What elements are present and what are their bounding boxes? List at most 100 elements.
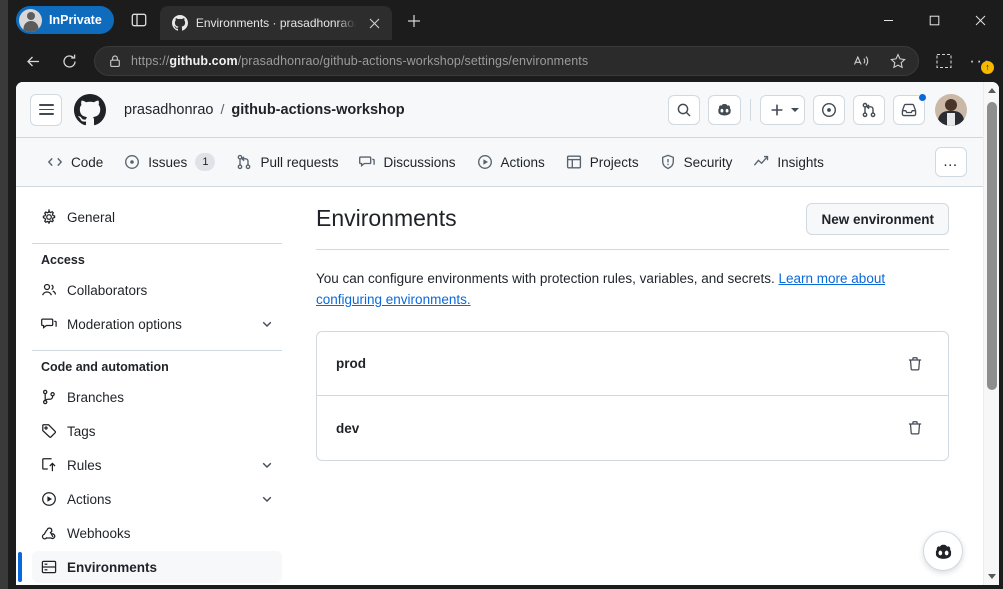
comment-discussion-icon xyxy=(359,154,375,170)
sidebar-item-environments[interactable]: Environments xyxy=(32,551,282,583)
create-new-button[interactable] xyxy=(760,95,805,125)
sidebar-item-label: Tags xyxy=(67,424,274,439)
code-icon xyxy=(47,154,63,170)
scrollbar-up-arrow-icon[interactable] xyxy=(984,82,1000,99)
sidebar-item-collaborators[interactable]: Collaborators xyxy=(32,274,282,306)
maximize-icon[interactable] xyxy=(911,0,957,40)
trash-icon[interactable] xyxy=(901,414,929,442)
github-logo-icon[interactable] xyxy=(74,94,106,126)
tab-title: Environments · prasadhonrao/gith xyxy=(196,16,356,30)
refresh-icon[interactable] xyxy=(52,45,86,77)
avatar[interactable] xyxy=(935,94,967,126)
page-title: Environments xyxy=(316,203,457,233)
trash-icon[interactable] xyxy=(901,350,929,378)
tab-discussions[interactable]: Discussions xyxy=(350,146,464,178)
inprivate-indicator[interactable]: InPrivate xyxy=(16,6,114,34)
avatar-shirt xyxy=(947,113,955,126)
shield-icon xyxy=(660,154,676,170)
copilot-floating-button[interactable] xyxy=(923,531,963,571)
sidebar-item-moderation-options[interactable]: Moderation options xyxy=(32,308,282,340)
breadcrumb-repo[interactable]: github-actions-workshop xyxy=(231,102,404,118)
header-divider xyxy=(750,99,751,121)
sidebar-group-access-title: Access xyxy=(32,253,282,267)
new-environment-button[interactable]: New environment xyxy=(806,203,949,235)
environment-name[interactable]: dev xyxy=(336,421,359,436)
sidebar-item-label: Branches xyxy=(67,390,274,405)
settings-body: General Access Collaborators xyxy=(16,187,983,584)
sidebar-item-branches[interactable]: Branches xyxy=(32,381,282,413)
git-branch-icon xyxy=(41,389,57,405)
tab-label: Code xyxy=(71,155,103,170)
screenshot-icon[interactable] xyxy=(927,45,961,77)
tab-projects[interactable]: Projects xyxy=(557,146,648,178)
browser-toolbar: https://github.com/prasadhonrao/github-a… xyxy=(8,40,1003,82)
play-icon xyxy=(477,154,493,170)
comment-discussion-icon xyxy=(41,316,57,332)
issue-opened-icon xyxy=(124,154,140,170)
breadcrumb-owner[interactable]: prasadhonrao xyxy=(124,102,214,118)
sidebar-item-tags[interactable]: Tags xyxy=(32,415,282,447)
update-badge: ↑ xyxy=(981,61,994,74)
repository-nav: Code Issues 1 xyxy=(16,138,983,187)
sidebar-item-label: Collaborators xyxy=(67,283,274,298)
tab-issues[interactable]: Issues 1 xyxy=(115,146,224,178)
hamburger-menu-icon[interactable] xyxy=(30,94,62,126)
issues-button[interactable] xyxy=(813,95,845,125)
read-aloud-icon[interactable] xyxy=(847,48,875,74)
notification-dot xyxy=(918,93,927,102)
back-arrow-icon[interactable] xyxy=(16,45,50,77)
tab-insights[interactable]: Insights xyxy=(744,146,833,178)
new-tab-button[interactable] xyxy=(400,7,428,35)
environment-name[interactable]: prod xyxy=(336,356,366,371)
scrollbar-down-arrow-icon[interactable] xyxy=(984,568,1000,585)
star-icon[interactable] xyxy=(884,48,912,74)
github-global-header: prasadhonrao / github-actions-workshop xyxy=(16,82,983,138)
pull-requests-button[interactable] xyxy=(853,95,885,125)
scrollbar-thumb[interactable] xyxy=(987,102,997,390)
settings-sidebar: General Access Collaborators xyxy=(16,187,298,584)
minimize-icon[interactable] xyxy=(865,0,911,40)
tab-close-icon[interactable] xyxy=(364,12,386,34)
chevron-down-icon xyxy=(260,317,274,331)
tab-label: Discussions xyxy=(383,155,455,170)
address-bar[interactable]: https://github.com/prasadhonrao/github-a… xyxy=(94,46,919,76)
sidebar-item-rules[interactable]: Rules xyxy=(32,449,282,481)
search-button[interactable] xyxy=(668,95,700,125)
notifications-button[interactable] xyxy=(893,95,925,125)
lock-icon xyxy=(108,54,122,68)
tab-actions-button[interactable] xyxy=(124,5,154,35)
sidebar-item-label: General xyxy=(67,210,274,225)
sidebar-item-actions[interactable]: Actions xyxy=(32,483,282,515)
page-content: prasadhonrao / github-actions-workshop xyxy=(16,82,983,585)
header-actions xyxy=(668,94,967,126)
page-scrollbar[interactable] xyxy=(983,82,999,585)
sidebar-item-webhooks[interactable]: Webhooks xyxy=(32,517,282,549)
tab-label: Actions xyxy=(501,155,545,170)
environment-row[interactable]: prod xyxy=(317,332,948,396)
avatar-head xyxy=(945,99,957,111)
sidebar-item-label: Webhooks xyxy=(67,526,274,541)
browser-tab[interactable]: Environments · prasadhonrao/gith xyxy=(160,6,392,40)
tab-code[interactable]: Code xyxy=(38,146,112,178)
environment-row[interactable]: dev xyxy=(317,396,948,460)
server-icon xyxy=(41,559,57,575)
tag-icon xyxy=(41,423,57,439)
page-viewport: prasadhonrao / github-actions-workshop xyxy=(16,82,999,585)
url-path: /prasadhonrao/github-actions-workshop/se… xyxy=(238,54,589,68)
repo-nav-more-button[interactable]: … xyxy=(935,147,967,177)
tab-pull-requests[interactable]: Pull requests xyxy=(227,146,347,178)
hamburger-lines xyxy=(39,102,54,118)
close-icon[interactable] xyxy=(957,0,1003,40)
window-controls xyxy=(865,0,1003,40)
sidebar-item-general[interactable]: General xyxy=(32,201,282,233)
settings-content: Environments New environment You can con… xyxy=(298,187,983,584)
sidebar-group-code-automation-title: Code and automation xyxy=(32,360,282,374)
tab-security[interactable]: Security xyxy=(651,146,742,178)
tab-actions[interactable]: Actions xyxy=(468,146,554,178)
browser-settings-button[interactable]: ··· ↑ xyxy=(963,45,997,77)
content-header: Environments New environment xyxy=(316,203,949,250)
copilot-button[interactable] xyxy=(708,95,741,125)
chevron-down-icon xyxy=(260,458,274,472)
tab-label: Projects xyxy=(590,155,639,170)
url-host: github.com xyxy=(169,54,237,68)
